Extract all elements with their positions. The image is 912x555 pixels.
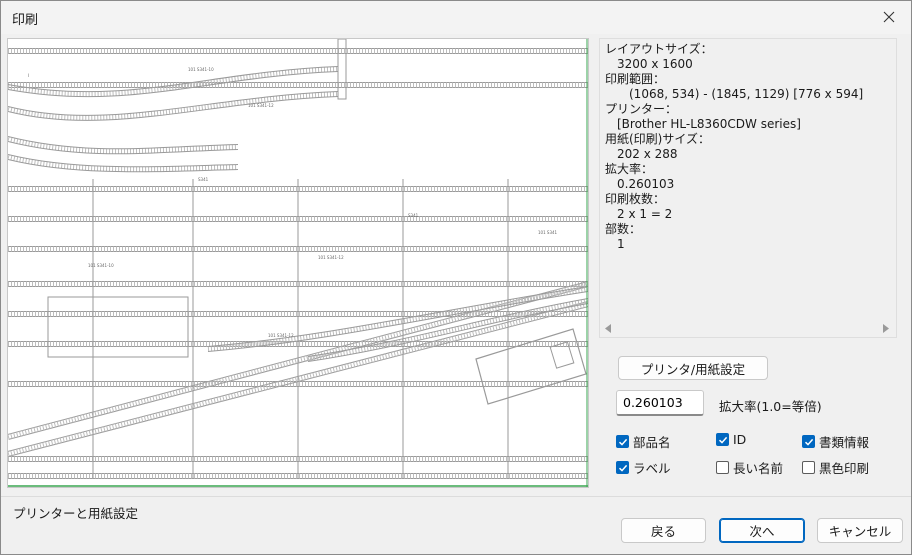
track-label: S341 <box>198 177 209 182</box>
track-label: 101 S341-10 <box>188 67 214 72</box>
sleepers <box>8 136 239 154</box>
track-label: I <box>28 73 29 78</box>
printer-label: プリンター： <box>605 102 678 116</box>
cancel-button[interactable]: キャンセル <box>817 518 903 543</box>
printer-value: [Brother HL-L8360CDW series] <box>617 117 801 131</box>
title-bar: 印刷 <box>1 1 911 34</box>
zoom-info-label: 拡大率： <box>605 162 654 176</box>
zoom-input[interactable] <box>616 390 704 416</box>
checkbox-label: 長い名前 <box>733 461 784 476</box>
print-dialog: 印刷 I 101 S341-10 101 S341-12 S341 101 S341-1… <box>0 0 912 555</box>
close-button[interactable] <box>867 1 911 33</box>
track-label: 101 S341-10 <box>88 263 114 268</box>
track-layout-preview: I 101 S341-10 101 S341-12 S341 101 S341-10 10… <box>8 39 588 487</box>
track-label: 101 S341-12 <box>268 333 294 338</box>
layout-size-value: 3200 x 1600 <box>617 57 693 71</box>
track-label: 101 S341-12 <box>248 103 274 108</box>
rail <box>8 136 239 150</box>
print-info-panel: レイアウトサイズ： 3200 x 1600 印刷範囲： (1068, 534) … <box>599 38 897 338</box>
copies-value: 1 <box>617 237 625 251</box>
paper-size-value: 202 x 288 <box>617 147 678 161</box>
checkbox-long-name[interactable]: 長い名前 <box>716 458 783 477</box>
checkbox-part-name[interactable]: 部品名 <box>616 432 671 451</box>
checkbox-checked-icon[interactable] <box>802 435 815 448</box>
next-button[interactable]: 次へ <box>719 518 805 543</box>
sheets-value: 2 x 1 = 2 <box>617 207 673 221</box>
checkbox-label: ラベル <box>633 461 671 476</box>
paper-size-label: 用紙(印刷)サイズ： <box>605 132 711 146</box>
zoom-info-value: 0.260103 <box>617 177 675 191</box>
sleepers <box>8 154 239 172</box>
track-label: S341 <box>408 213 419 218</box>
station-building <box>475 328 587 405</box>
print-range-label: 印刷範囲： <box>605 72 666 86</box>
rail <box>8 91 339 116</box>
track-label: 101 S341-12 <box>318 255 344 260</box>
scroll-right-icon[interactable] <box>882 324 890 333</box>
horizontal-scrollbar[interactable] <box>600 320 896 337</box>
status-text: プリンターと用紙設定 <box>13 506 139 521</box>
print-info-text: レイアウトサイズ： 3200 x 1600 印刷範囲： (1068, 534) … <box>605 42 863 252</box>
platform-box <box>47 296 189 358</box>
station-building <box>549 341 575 369</box>
scroll-left-icon[interactable] <box>604 324 612 333</box>
close-icon <box>883 11 895 23</box>
print-range-value: (1068, 534) - (1845, 1129) [776 x 594] <box>629 87 864 101</box>
copies-label: 部数： <box>605 222 642 236</box>
checkbox-label: ID <box>733 432 747 447</box>
checkbox-unchecked-icon[interactable] <box>802 461 815 474</box>
print-preview[interactable]: I 101 S341-10 101 S341-12 S341 101 S341-10 10… <box>7 38 589 488</box>
footer-divider <box>1 496 911 497</box>
track-label: 101 S341 <box>538 230 558 235</box>
checkbox-label-option[interactable]: ラベル <box>616 458 671 477</box>
sleepers <box>307 298 588 362</box>
checkbox-document-info[interactable]: 書類情報 <box>802 432 869 451</box>
sheets-label: 印刷枚数： <box>605 192 666 206</box>
checkbox-label: 部品名 <box>633 435 671 450</box>
layout-size-label: レイアウトサイズ： <box>605 42 713 56</box>
checkbox-id[interactable]: ID <box>716 432 746 447</box>
checkbox-label: 書類情報 <box>819 435 870 450</box>
checkbox-checked-icon[interactable] <box>616 435 629 448</box>
checkbox-unchecked-icon[interactable] <box>716 461 729 474</box>
checkbox-checked-icon[interactable] <box>616 461 629 474</box>
back-button[interactable]: 戻る <box>621 518 706 543</box>
checkbox-black-print[interactable]: 黒色印刷 <box>802 458 869 477</box>
zoom-input-label: 拡大率(1.0=等倍) <box>719 399 822 414</box>
checkbox-label: 黒色印刷 <box>819 461 870 476</box>
printer-setup-button[interactable]: プリンタ/用紙設定 <box>618 356 768 380</box>
checkbox-checked-icon[interactable] <box>716 433 729 446</box>
rail <box>8 154 239 168</box>
dialog-title: 印刷 <box>12 13 39 28</box>
